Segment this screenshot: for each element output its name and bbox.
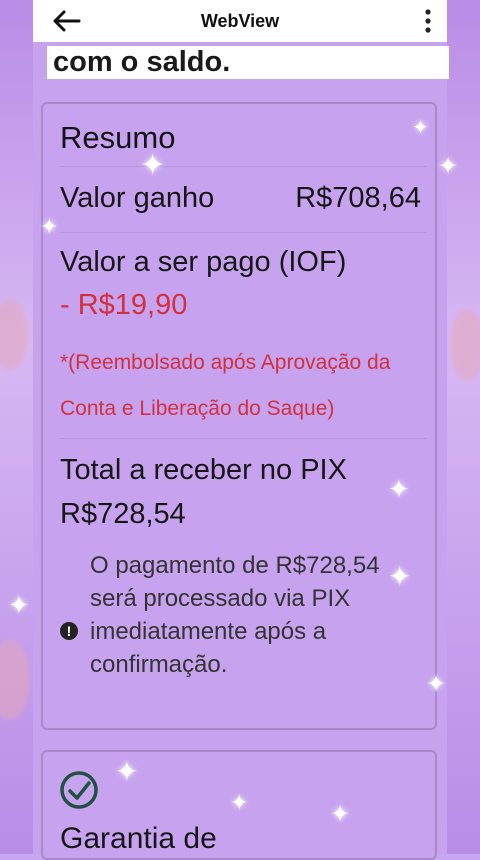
more-vertical-icon[interactable] (423, 8, 433, 34)
sparkle-decoration: ✦ (388, 474, 410, 504)
webview-screen: WebView com o saldo. Resumo Valor ganho … (33, 0, 449, 860)
sparkle-decoration: ✦ (140, 149, 166, 182)
background-right (444, 0, 480, 854)
payment-info-note: O pagamento de R$728,54 será processado … (90, 552, 380, 678)
summary-card: Resumo Valor ganho R$708,64 Valor a ser … (41, 102, 437, 730)
divider (60, 232, 427, 233)
sparkle-decoration: ✦ (388, 561, 412, 592)
sparkle-decoration: ✦ (426, 671, 447, 698)
guarantee-title: Garantia de (60, 822, 217, 855)
background-blob (450, 310, 480, 380)
refund-note-line2: Conta e Liberação do Saque) (60, 397, 335, 420)
background-left (0, 0, 36, 854)
app-bar-title: WebView (200, 11, 280, 31)
fee-label: Valor a ser pago (IOF) (60, 246, 347, 278)
sparkle-decoration: ✦ (8, 590, 30, 620)
info-icon: ! (60, 622, 78, 640)
divider (60, 166, 427, 167)
sparkle-decoration: ✦ (40, 214, 59, 239)
earned-value: R$708,64 (295, 182, 421, 214)
divider (60, 438, 427, 439)
earned-label: Valor ganho (60, 182, 215, 214)
intro-text: com o saldo. (47, 46, 449, 79)
sparkle-decoration: ✦ (330, 801, 351, 828)
refund-note-line1: *(Reembolsado após Aprovação da (60, 351, 391, 374)
sparkle-decoration: ✦ (115, 756, 139, 787)
total-label: Total a receber no PIX (60, 454, 347, 486)
sparkle-decoration: ✦ (412, 117, 429, 139)
app-bar: WebView (33, 0, 447, 42)
check-circle-icon (60, 771, 98, 809)
sparkle-decoration: ✦ (230, 790, 249, 815)
total-value: R$728,54 (60, 498, 186, 530)
sparkle-decoration: ✦ (438, 153, 459, 180)
fee-value: - R$19,90 (60, 289, 188, 321)
